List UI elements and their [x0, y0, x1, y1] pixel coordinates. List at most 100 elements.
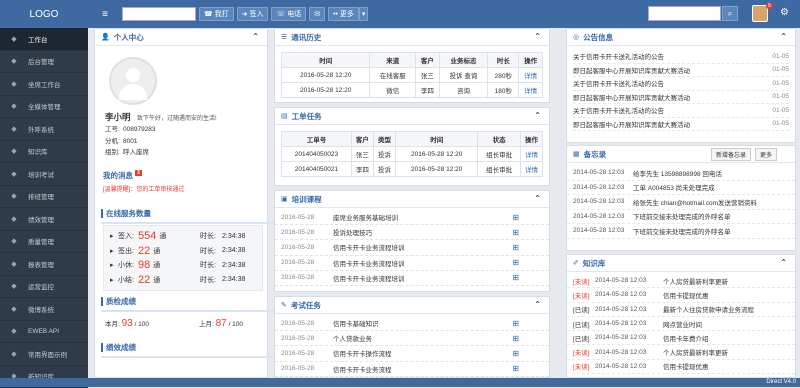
user-name: 李小明: [105, 111, 131, 123]
notice-item[interactable]: 关于信用卡开卡送礼活动的公告01-05: [573, 50, 789, 64]
memo-date: 2014-05-28 12:03: [573, 213, 633, 220]
collapse-icon[interactable]: ⌃: [534, 194, 541, 203]
memo-item[interactable]: 2014-05-28 12:03下班前交接未处理完成的外呼名单: [567, 210, 795, 225]
memo-item[interactable]: 2014-05-28 12:03工单 A004853 尚未处理完成: [567, 181, 795, 196]
list-item[interactable]: 2016-05-28座席业务服务基础培训⊞: [275, 210, 549, 225]
sidebar-item[interactable]: ◆培训考试: [0, 163, 88, 186]
list-item[interactable]: 2016-05-28个人贷款业务⊞: [275, 331, 549, 346]
sidebar-item[interactable]: ◆绩效管理: [0, 208, 88, 231]
phone-button[interactable]: ☏ 电话: [271, 7, 306, 21]
notice-item[interactable]: 即日起客服中心开展知识库贡献大赛活动01-05: [573, 118, 789, 132]
greeting: 致下午好，过随遇而安的生活!: [137, 113, 217, 122]
detail-link[interactable]: 详情: [520, 147, 542, 162]
more-button[interactable]: •• 更多: [328, 7, 359, 21]
plus-icon[interactable]: ⊞: [512, 319, 519, 328]
collapse-icon[interactable]: ⌃: [534, 111, 541, 120]
user-icon: 👤: [101, 33, 110, 41]
sidebar-item[interactable]: ◆后台管理: [0, 51, 88, 74]
sidebar-item[interactable]: ◆排班管理: [0, 186, 88, 209]
plus-icon[interactable]: ⊞: [512, 258, 519, 267]
panel-title: 公告信息: [583, 32, 613, 43]
collapse-icon[interactable]: ⌃: [252, 32, 259, 41]
quality-scores: 本月: 93 / 100 上月: 87 / 100: [105, 318, 265, 329]
memo-item[interactable]: 2014-05-28 12:03下班前交接未处理完成的外呼名单: [567, 224, 795, 239]
list-item[interactable]: 2016-05-28信用卡开卡业务流程培训⊞: [275, 240, 549, 255]
sidebar-item[interactable]: ◆工作台: [0, 28, 88, 51]
sidebar-item[interactable]: ◆外呼系统: [0, 118, 88, 141]
more-memo-button[interactable]: 更多: [755, 148, 777, 161]
knowledge-item[interactable]: [未读]2014-05-28 12:03个人房贷最新利率更新: [567, 274, 795, 288]
knowledge-item[interactable]: [已读]2014-05-28 12:03网点营业时间: [567, 317, 795, 331]
notice-item[interactable]: 即日起客服中心开展知识库贡献大赛活动01-05: [573, 64, 789, 78]
table-header-row: 时间来道客户业务标志时长操作: [282, 53, 543, 68]
search-input[interactable]: [648, 6, 721, 21]
knowledge-item[interactable]: [已读]2014-05-28 12:03最新个人住房贷款申请业务流程: [567, 303, 795, 317]
stat-time-value: 2:34:38: [222, 262, 245, 269]
knowledge-item[interactable]: [已读]2014-05-28 12:03信用卡年费介绍: [567, 331, 795, 345]
notice-item[interactable]: 关于信用卡开卡送礼活动的公告01-05: [573, 77, 789, 91]
sidebar-item-label: 知识库: [28, 146, 48, 156]
plus-icon[interactable]: ⊞: [512, 334, 519, 343]
notice-text: 关于信用卡开卡送礼活动的公告: [573, 51, 664, 61]
gear-icon[interactable]: ⚙: [780, 7, 789, 18]
sidebar-item[interactable]: ◆知识库: [0, 141, 88, 164]
stat-unit: 通: [153, 275, 160, 285]
call-button[interactable]: ☎ 我打: [199, 7, 234, 21]
message-text[interactable]: [温馨提醒]：您的工单审核通过: [103, 184, 184, 193]
menu-toggle-icon[interactable]: ≡: [98, 9, 112, 20]
signin-button[interactable]: ➜ 签入: [237, 7, 269, 21]
detail-link[interactable]: 详情: [519, 83, 543, 98]
sidebar-item[interactable]: ◆全媒体管理: [0, 96, 88, 119]
knowledge-item[interactable]: [未读]2014-05-28 12:03信用卡提现优惠: [567, 288, 795, 302]
plus-icon[interactable]: ⊞: [512, 349, 519, 358]
plus-icon[interactable]: ⊞: [512, 273, 519, 282]
my-messages-title[interactable]: 我的消息3: [103, 170, 142, 181]
sidebar-item[interactable]: ◆微博系统: [0, 298, 88, 321]
item-title: 信用卡开卡业务流程培训: [333, 273, 405, 283]
monitor-icon: ◆: [8, 282, 20, 290]
prev-month-label: 上月:: [199, 321, 214, 328]
top-input[interactable]: [122, 7, 196, 21]
list-item[interactable]: 2016-05-28信用卡开卡业务流程培训⊞: [275, 271, 549, 286]
sidebar-item[interactable]: ◆质量管理: [0, 231, 88, 254]
table-cell: 投诉: [373, 147, 395, 162]
plus-icon[interactable]: ⊞: [512, 228, 519, 237]
list-item[interactable]: 2016-05-28信用卡开卡业务流程培训⊞: [275, 256, 549, 271]
sidebar-item[interactable]: ◆坐席工作台: [0, 73, 88, 96]
avatar: [109, 57, 157, 105]
sidebar-item[interactable]: ◆运营监控: [0, 276, 88, 299]
quality-icon: ◆: [8, 237, 20, 245]
knowledge-item[interactable]: [未读]2014-05-28 12:03个人房贷最新利率更新: [567, 345, 795, 359]
sidebar-item-label: 常用界面示例: [28, 349, 67, 359]
search-button[interactable]: ⌕: [722, 6, 738, 21]
notice-panel: ◎公告信息⌃ 关于信用卡开卡送礼活动的公告01-05即日起客服中心开展知识库贡献…: [566, 28, 796, 143]
plus-icon[interactable]: ⊞: [512, 213, 519, 222]
collapse-icon[interactable]: ⌃: [534, 300, 541, 309]
collapse-icon[interactable]: ⌃: [780, 258, 787, 267]
media-icon: ◆: [8, 102, 20, 110]
knowledge-item[interactable]: [未读]2014-05-28 12:03信用卡提现优惠: [567, 360, 795, 374]
panel-header: ☰通讯历史⌃: [275, 29, 549, 46]
exam-panel: ✎考试任务⌃ 2016-05-28信用卡基础知识⊞2016-05-28个人贷款业…: [274, 296, 550, 378]
add-memo-button[interactable]: 新增备忘录: [711, 148, 751, 161]
sidebar-item[interactable]: ◆EWEB API: [0, 321, 88, 344]
plus-icon[interactable]: ⊞: [512, 364, 519, 373]
notice-item[interactable]: 即日起客服中心开展知识库贡献大赛活动01-05: [573, 91, 789, 105]
notice-item[interactable]: 关于信用卡开卡送礼活动的公告01-05: [573, 104, 789, 118]
list-item[interactable]: 2016-05-28投诉处理技巧⊞: [275, 225, 549, 240]
sidebar-item[interactable]: ◆常用界面示例: [0, 343, 88, 366]
detail-link[interactable]: 详情: [520, 162, 542, 177]
collapse-icon[interactable]: ⌃: [534, 32, 541, 41]
plus-icon[interactable]: ⊞: [512, 243, 519, 252]
chat-button[interactable]: ✉: [309, 7, 325, 21]
stats-box: ▸签入:554通时长:2:34:38▸签出:22通时长:2:34:38▸小休:9…: [103, 225, 263, 291]
list-item[interactable]: 2016-05-28信用卡开卡操作流程⊞: [275, 346, 549, 361]
memo-item[interactable]: 2014-05-28 12:03给张先生 chian@hotmail.com发送…: [567, 195, 795, 210]
memo-item[interactable]: 2014-05-28 12:03给李先生 13598898998 回电话: [567, 166, 795, 181]
more-dropdown-button[interactable]: ▾: [359, 7, 369, 21]
sidebar-item[interactable]: ◆报表管理: [0, 253, 88, 276]
collapse-icon[interactable]: ⌃: [780, 32, 787, 41]
detail-link[interactable]: 详情: [519, 68, 543, 83]
list-item[interactable]: 2016-05-28信用卡开卡业务流程⊞: [275, 362, 549, 377]
list-item[interactable]: 2016-05-28信用卡基础知识⊞: [275, 316, 549, 331]
